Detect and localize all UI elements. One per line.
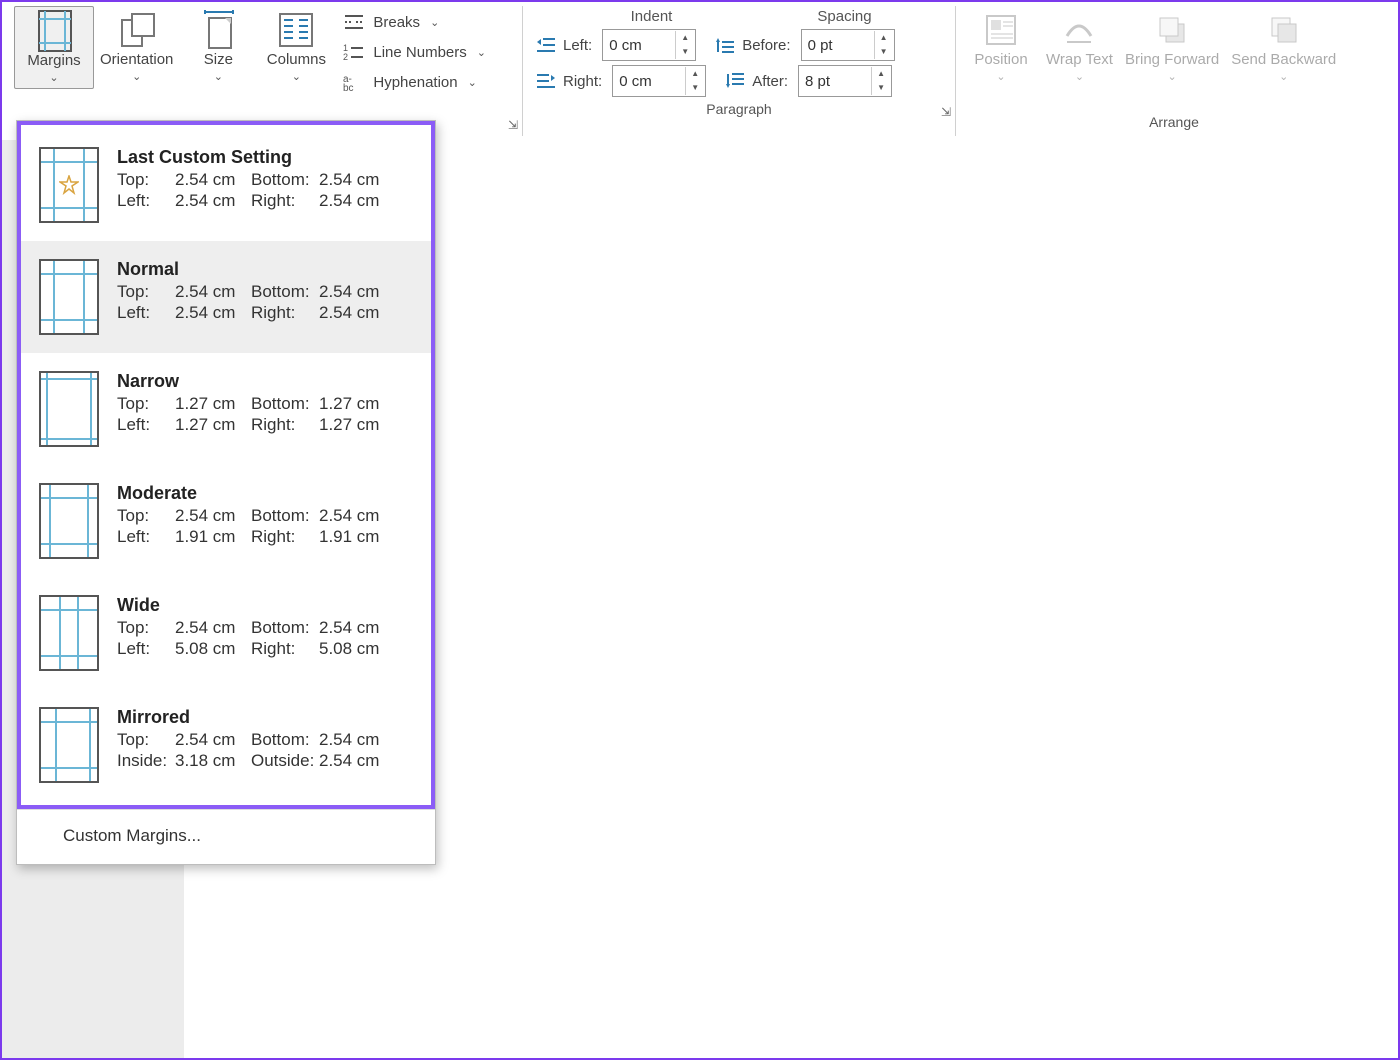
margins-button[interactable]: Margins ⌄ [14, 6, 94, 89]
breaks-button[interactable]: Breaks ⌄ [339, 10, 490, 34]
spacing-after-label: After: [752, 73, 788, 90]
orientation-icon [118, 10, 156, 50]
indent-right-label: Right: [563, 73, 602, 90]
position-button: Position ⌄ [962, 6, 1040, 87]
margin-preset-item[interactable]: WideTop:2.54 cmBottom:2.54 cmLeft:5.08 c… [21, 577, 431, 689]
spacing-before-icon [714, 36, 736, 54]
line-numbers-button[interactable]: 12 Line Numbers ⌄ [339, 40, 490, 64]
wrap-text-label: Wrap Text [1046, 52, 1113, 69]
line-numbers-label: Line Numbers [373, 44, 466, 61]
position-label: Position [974, 52, 1027, 69]
margin-preset-icon [39, 707, 99, 783]
margins-icon [35, 11, 73, 51]
indent-right-icon [535, 72, 557, 90]
position-icon [982, 10, 1020, 50]
group-label-paragraph: Paragraph⇲ [529, 99, 949, 123]
send-backward-icon [1265, 10, 1303, 50]
margin-preset-title: Normal [117, 259, 413, 280]
margin-preset-item[interactable]: Last Custom SettingTop:2.54 cmBottom:2.5… [21, 129, 431, 241]
hyphenation-icon: a-bc [343, 72, 365, 92]
margin-preset-icon [39, 259, 99, 335]
indent-left-input[interactable]: ▲▼ [602, 29, 696, 61]
margins-label: Margins [27, 53, 80, 70]
spin-up-icon[interactable]: ▲ [686, 67, 704, 81]
margin-preset-title: Mirrored [117, 707, 413, 728]
indent-heading: Indent [555, 8, 748, 25]
bring-forward-label: Bring Forward [1125, 52, 1219, 69]
spin-up-icon[interactable]: ▲ [875, 31, 893, 45]
chevron-down-icon: ⌄ [477, 46, 486, 59]
spacing-after-input[interactable]: ▲▼ [798, 65, 892, 97]
chevron-down-icon: ⌄ [1075, 70, 1084, 83]
line-numbers-icon: 12 [343, 42, 365, 62]
orientation-label: Orientation [100, 52, 173, 69]
columns-button[interactable]: Columns ⌄ [257, 6, 335, 87]
svg-text:bc: bc [343, 83, 354, 91]
chevron-down-icon: ⌄ [430, 16, 439, 29]
margins-dropdown: Last Custom SettingTop:2.54 cmBottom:2.5… [16, 120, 436, 865]
margin-preset-item[interactable]: MirroredTop:2.54 cmBottom:2.54 cmInside:… [21, 689, 431, 801]
hyphenation-button[interactable]: a-bc Hyphenation ⌄ [339, 70, 490, 94]
dialog-launcher-icon[interactable]: ⇲ [941, 105, 951, 119]
margin-preset-icon [39, 371, 99, 447]
group-label-arrange: Arrange [962, 112, 1386, 136]
send-backward-label: Send Backward [1231, 52, 1336, 69]
chevron-down-icon: ⌄ [214, 70, 223, 83]
margin-preset-item[interactable]: ModerateTop:2.54 cmBottom:2.54 cmLeft:1.… [21, 465, 431, 577]
group-paragraph: Indent Spacing Left: ▲▼ Before: ▲▼ Right… [523, 6, 956, 136]
chevron-down-icon: ⌄ [292, 70, 301, 83]
margin-preset-item[interactable]: NormalTop:2.54 cmBottom:2.54 cmLeft:2.54… [21, 241, 431, 353]
margin-preset-icon [39, 147, 99, 223]
custom-margins-item[interactable]: Custom Margins... [17, 809, 435, 864]
margin-preset-title: Last Custom Setting [117, 147, 413, 168]
dialog-launcher-icon[interactable]: ⇲ [508, 118, 518, 132]
wrap-text-button: Wrap Text ⌄ [1040, 6, 1119, 87]
size-button[interactable]: Size ⌄ [179, 6, 257, 87]
indent-left-icon [535, 36, 557, 54]
indent-left-label: Left: [563, 37, 592, 54]
spin-up-icon[interactable]: ▲ [872, 67, 890, 81]
bring-forward-button: Bring Forward ⌄ [1119, 6, 1225, 87]
spacing-heading: Spacing [748, 8, 941, 25]
size-icon [199, 10, 237, 50]
group-page-setup: Margins ⌄ Orientation ⌄ Size ⌄ [8, 6, 523, 136]
bring-forward-icon [1153, 10, 1191, 50]
chevron-down-icon: ⌄ [996, 70, 1005, 83]
spin-down-icon[interactable]: ▼ [875, 45, 893, 59]
columns-icon [277, 10, 315, 50]
spin-down-icon[interactable]: ▼ [686, 81, 704, 95]
breaks-label: Breaks [373, 14, 420, 31]
margin-preset-title: Moderate [117, 483, 413, 504]
margin-preset-item[interactable]: NarrowTop:1.27 cmBottom:1.27 cmLeft:1.27… [21, 353, 431, 465]
orientation-button[interactable]: Orientation ⌄ [94, 6, 179, 87]
wrap-text-icon [1060, 10, 1098, 50]
spacing-before-label: Before: [742, 37, 790, 54]
spin-up-icon[interactable]: ▲ [676, 31, 694, 45]
chevron-down-icon: ⌄ [468, 76, 477, 89]
chevron-down-icon: ⌄ [1279, 70, 1288, 83]
chevron-down-icon: ⌄ [1167, 70, 1176, 83]
columns-label: Columns [267, 52, 326, 69]
send-backward-button: Send Backward ⌄ [1225, 6, 1342, 87]
margin-preset-icon [39, 483, 99, 559]
indent-right-input[interactable]: ▲▼ [612, 65, 706, 97]
chevron-down-icon: ⌄ [49, 71, 58, 84]
spin-down-icon[interactable]: ▼ [676, 45, 694, 59]
size-label: Size [204, 52, 233, 69]
spacing-after-icon [724, 72, 746, 90]
hyphenation-label: Hyphenation [373, 74, 457, 91]
group-arrange: Position ⌄ Wrap Text ⌄ Bring Forward ⌄ S… [956, 6, 1392, 136]
svg-text:2: 2 [343, 52, 348, 61]
spin-down-icon[interactable]: ▼ [872, 81, 890, 95]
spacing-before-input[interactable]: ▲▼ [801, 29, 895, 61]
margin-preset-icon [39, 595, 99, 671]
margin-preset-title: Narrow [117, 371, 413, 392]
margin-preset-title: Wide [117, 595, 413, 616]
breaks-icon [343, 12, 365, 32]
chevron-down-icon: ⌄ [132, 70, 141, 83]
